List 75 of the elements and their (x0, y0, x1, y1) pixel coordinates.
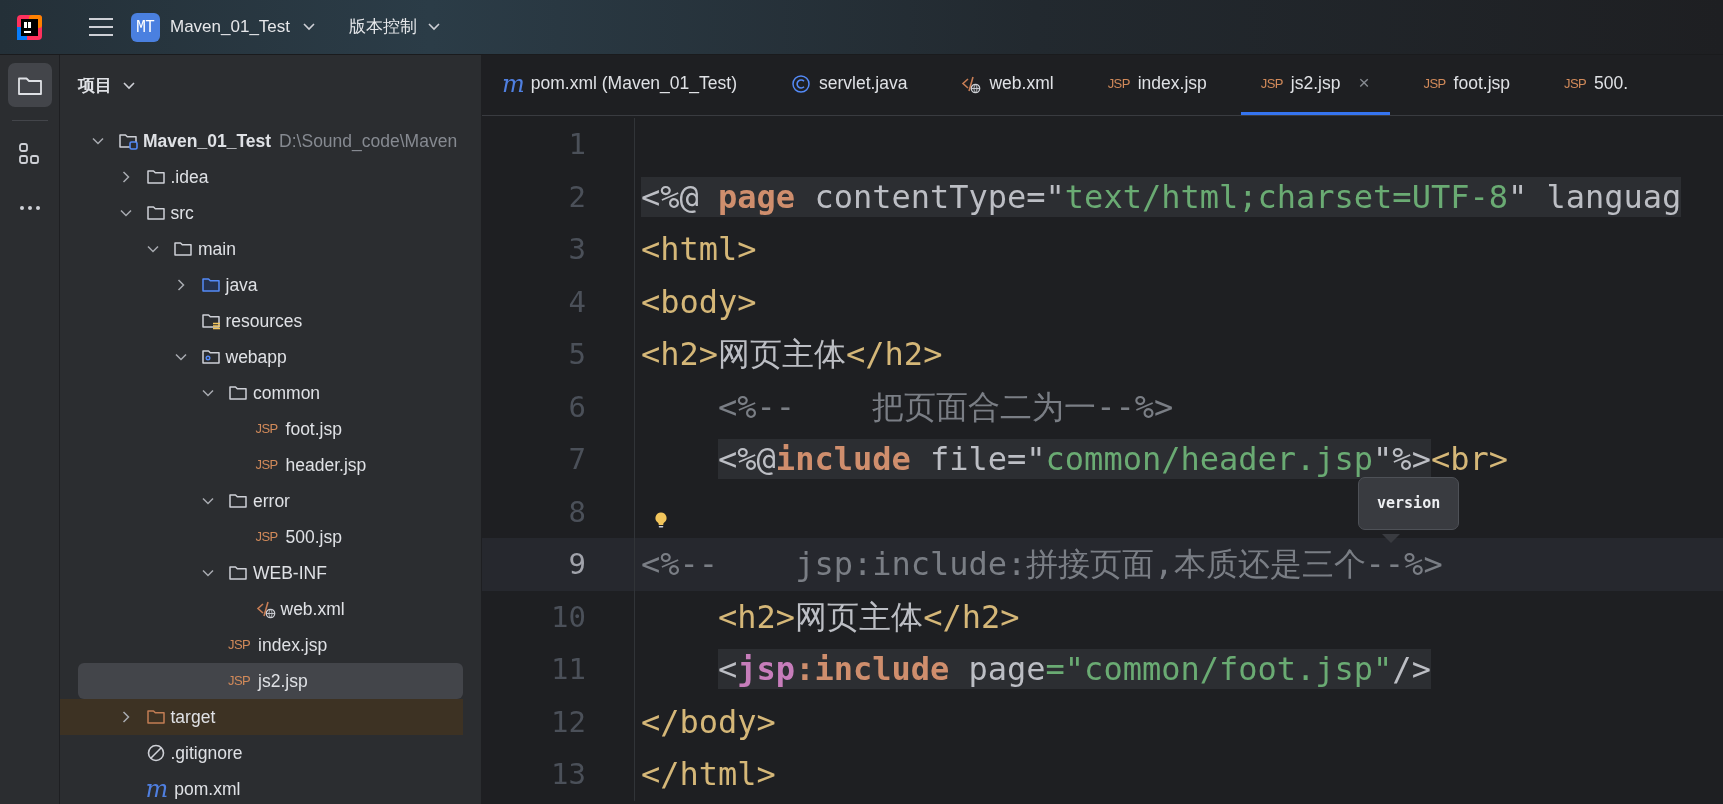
folder-icon (145, 203, 166, 223)
code-text: <html> (641, 229, 757, 270)
code-text: <br> (1430, 439, 1508, 480)
tree-item[interactable]: WEB-INF (60, 555, 463, 591)
ignore-file-icon (145, 743, 166, 763)
app-logo-icon[interactable] (17, 14, 42, 40)
tree-item[interactable]: target (60, 699, 463, 735)
editor-tab[interactable]: JSP index.jsp (1087, 55, 1227, 115)
tree-item[interactable]: JSP index.jsp (60, 627, 463, 663)
tree-item[interactable]: src (60, 195, 463, 231)
editor-tab[interactable]: JSP foot.jsp (1403, 55, 1531, 115)
maven-file-label: m (502, 71, 525, 96)
tooltip: version (1358, 477, 1460, 530)
more-icon (18, 205, 41, 211)
folder-icon (145, 707, 166, 727)
file-type-label: JSP (255, 420, 278, 439)
editor-tab[interactable]: JSP 500. (1544, 55, 1649, 115)
editor-tab[interactable]: servlet.java (770, 55, 928, 115)
folder-icon (173, 239, 193, 259)
file-type-label: JSP (1107, 74, 1130, 93)
class-file-icon (790, 73, 811, 94)
editor-tab[interactable]: JSP js2.jsp × (1240, 55, 1390, 115)
folder-icon (228, 563, 248, 583)
editor-tab[interactable]: web.xml (941, 55, 1074, 115)
code-text: <%@ page contentType="text/html;charset=UTF-8" languag (641, 176, 1682, 217)
menu-icon[interactable] (88, 16, 114, 38)
tree-item[interactable]: .gitignore (60, 735, 463, 771)
file-type-label: JSP (1564, 74, 1587, 93)
tree-item[interactable]: JSP 500.jsp (60, 519, 463, 555)
tree-item[interactable]: JSP foot.jsp (60, 411, 463, 447)
code-text: <h2>网页主体</h2> (641, 334, 943, 375)
code-text: <jsp:include page="common/foot.jsp"/> (718, 649, 1431, 690)
tree-item[interactable]: error (60, 483, 463, 519)
tree-item[interactable]: webapp (60, 339, 463, 375)
tree-item[interactable]: m pom.xml (60, 771, 463, 804)
code-text: <body> (641, 281, 757, 322)
close-tab-button[interactable]: × (1358, 69, 1370, 98)
xml-file-icon (255, 599, 276, 619)
folder-icon (228, 383, 248, 403)
code-text: </body> (641, 701, 776, 742)
tree-item[interactable]: .idea (60, 159, 463, 195)
folder-tool-button[interactable] (7, 63, 52, 107)
tree-item[interactable]: java (60, 267, 463, 303)
tree-item[interactable]: Maven_01_Test D:\Sound_code\Maven (60, 123, 463, 159)
folder-icon (228, 491, 248, 511)
tree-item[interactable]: web.xml (60, 591, 463, 627)
file-type-label: JSP (1423, 74, 1446, 93)
file-type-label: JSP (228, 636, 251, 655)
version-control-dropdown[interactable]: 版本控制 (349, 14, 442, 40)
module-folder-icon (118, 131, 138, 151)
tree-item[interactable]: resources (60, 303, 463, 339)
resources-folder-icon (200, 311, 221, 331)
tree-item[interactable]: main (60, 231, 463, 267)
folder-icon (145, 167, 166, 187)
source-folder-icon (200, 275, 221, 295)
project-dropdown[interactable]: Maven_01_Test (170, 14, 317, 40)
editor-tab[interactable]: m pom.xml (Maven_01_Test) (484, 55, 757, 115)
code-text: <%-- 把页面合二为一--%> (718, 386, 1174, 427)
file-type-label: JSP (1260, 74, 1283, 93)
line-number: 9 (482, 538, 635, 591)
maven-file-label: m (145, 777, 169, 801)
tree-item[interactable]: JSP js2.jsp (78, 663, 463, 699)
file-type-label: JSP (228, 672, 251, 691)
project-badge: MT (131, 12, 160, 42)
tree-item[interactable]: JSP header.jsp (60, 447, 463, 483)
web-folder-icon (200, 347, 221, 367)
tree-item[interactable]: common (60, 375, 463, 411)
code-text: <%@include file="common/header.jsp"%> (718, 439, 1431, 480)
code-text: <h2>网页主体</h2> (718, 596, 1020, 637)
file-type-label: JSP (255, 528, 278, 547)
file-type-label: JSP (255, 456, 278, 475)
code-text: <%-- jsp:include:拼接页面,本质还是三个--%> (641, 544, 1443, 585)
code-text: </html> (641, 754, 776, 795)
project-view-dropdown[interactable]: 项目 (78, 73, 136, 99)
tooltip-pointer (1382, 534, 1400, 543)
